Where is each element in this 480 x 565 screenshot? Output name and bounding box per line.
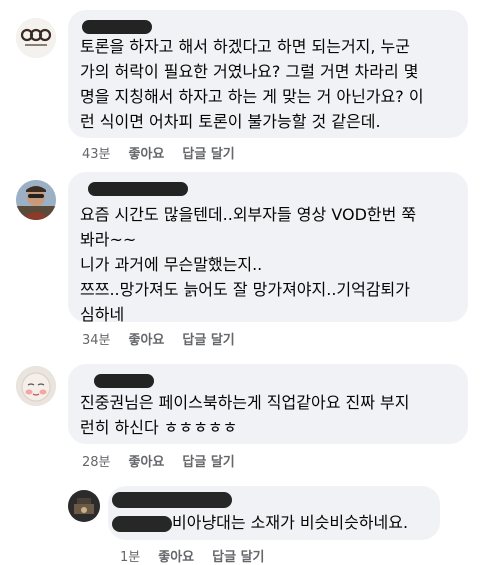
comment-meta: 28분 좋아요 답글 달기	[82, 451, 235, 470]
comment-timestamp[interactable]: 34분	[82, 329, 111, 348]
reply-text-line: 비아냥대는 소재가 비슷비슷하네요.	[172, 513, 409, 532]
reply-text: 비아냥대는 소재가 비슷비슷하네요.	[172, 510, 408, 535]
comment-avatar[interactable]	[16, 18, 56, 58]
like-button[interactable]: 좋아요	[129, 329, 165, 348]
like-button[interactable]: 좋아요	[129, 451, 165, 470]
comment-text-line: 가의 허락이 필요한 거였나요? 그럴 거면 차라리 몇	[80, 62, 419, 81]
reply-button[interactable]: 답글 달기	[182, 451, 234, 470]
comment-bubble: 토론을 하자고 해서 하겠다고 하면 되는거지, 누군 가의 허락이 필요한 거…	[68, 10, 468, 138]
comment-bubble: 진중권님은 페이스북하는게 직업같아요 진짜 부지 런히 하신다 ㅎㅎㅎㅎㅎ	[68, 364, 468, 444]
comment-author[interactable]	[80, 372, 170, 390]
dark-photo-avatar-icon	[68, 490, 100, 522]
comment-text-line: 토론을 하자고 해서 하겠다고 하면 되는거지, 누군	[80, 37, 411, 56]
reply-timestamp[interactable]: 1분	[120, 546, 140, 565]
reply-avatar[interactable]	[68, 490, 100, 522]
comment-meta: 34분 좋아요 답글 달기	[82, 329, 235, 348]
comment-text-line: 쯔쯔..망가져도 늙어도 잘 망가져야지..기억감퇴가	[80, 280, 411, 299]
comment-author[interactable]	[80, 180, 188, 198]
comment-avatar[interactable]	[16, 180, 56, 220]
comment-text-line: 명을 지칭해서 하자고 하는 게 맞는 거 아닌가요? 이	[80, 87, 424, 106]
logo-avatar-icon	[16, 18, 56, 58]
comment-text-line: 심하네	[80, 305, 125, 324]
comment-avatar[interactable]	[16, 366, 56, 406]
reply-bubble: 비아냥대는 소재가 비슷비슷하네요.	[108, 486, 440, 540]
redacted-mention	[112, 516, 172, 532]
reply-meta: 1분 좋아요 답글 달기	[120, 546, 265, 565]
comment-author[interactable]	[80, 18, 170, 36]
comment-text: 토론을 하자고 해서 하겠다고 하면 되는거지, 누군 가의 허락이 필요한 거…	[80, 34, 456, 134]
comment-text-line: 니가 과거에 무슨말했는지..	[80, 255, 263, 274]
redacted-author-name	[88, 182, 188, 196]
man-portrait-avatar-icon	[16, 180, 56, 220]
cartoon-face-avatar-icon	[16, 366, 56, 406]
comment-timestamp[interactable]: 43분	[82, 143, 111, 162]
comment-text-line: 런 식이면 어차피 토론이 불가능할 것 같은데.	[80, 112, 381, 131]
redacted-author-name	[112, 492, 232, 508]
like-button[interactable]: 좋아요	[129, 143, 165, 162]
comment-text: 진중권님은 페이스북하는게 직업같아요 진짜 부지 런히 하신다 ㅎㅎㅎㅎㅎ	[80, 390, 456, 440]
comment-meta: 43분 좋아요 답글 달기	[82, 143, 235, 162]
comment-bubble: 요즘 시간도 많을텐데..외부자들 영상 VOD한번 쭉 봐라~~ 니가 과거에…	[68, 172, 468, 324]
like-button[interactable]: 좋아요	[158, 546, 194, 565]
comment-timestamp[interactable]: 28분	[82, 451, 111, 470]
comment-text-line: 봐라~~	[80, 230, 137, 249]
redacted-author-name	[82, 20, 152, 34]
reply-button[interactable]: 답글 달기	[182, 143, 234, 162]
comment-text-line: 진중권님은 페이스북하는게 직업같아요 진짜 부지	[80, 393, 410, 412]
redacted-author-name	[94, 374, 154, 388]
reply-button[interactable]: 답글 달기	[212, 546, 264, 565]
comment-text: 요즘 시간도 많을텐데..외부자들 영상 VOD한번 쭉 봐라~~ 니가 과거에…	[80, 202, 456, 327]
reply-button[interactable]: 답글 달기	[182, 329, 234, 348]
comment-text-line: 요즘 시간도 많을텐데..외부자들 영상 VOD한번 쭉	[80, 205, 417, 224]
comment-text-line: 런히 하신다 ㅎㅎㅎㅎㅎ	[80, 418, 238, 437]
